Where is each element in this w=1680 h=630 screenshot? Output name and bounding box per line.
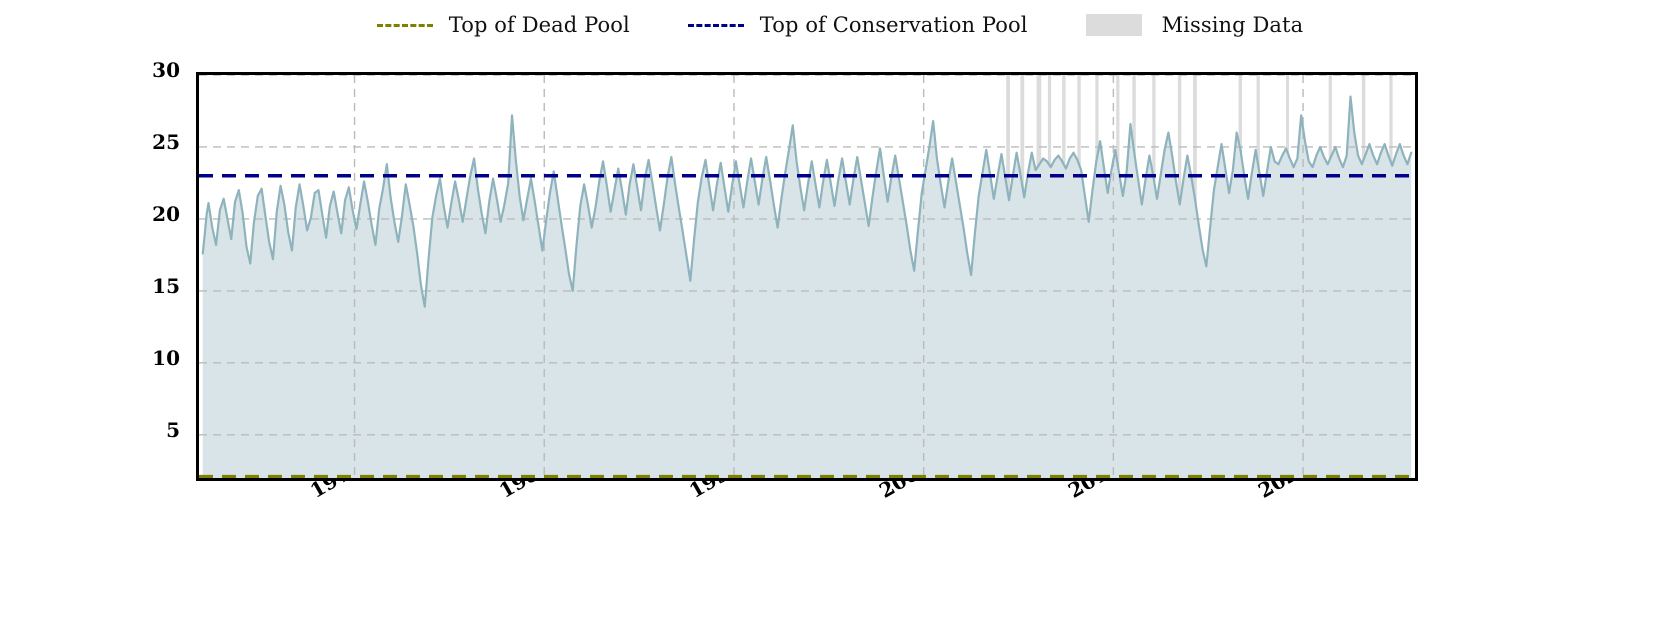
chart-svg — [199, 75, 1415, 478]
plot-canvas — [199, 75, 1415, 478]
chart-root: Top of Dead Pool Top of Conservation Poo… — [0, 0, 1680, 630]
series-area-fill — [202, 96, 1412, 478]
plot-area — [196, 72, 1418, 481]
